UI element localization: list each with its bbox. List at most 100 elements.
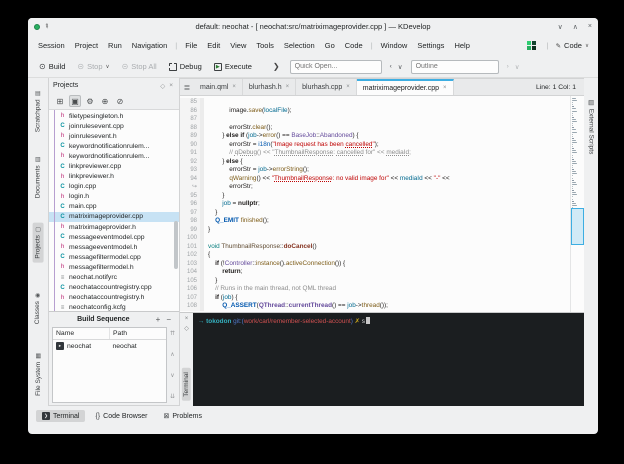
build-sequence-row[interactable]: ▸neochatneochat	[53, 340, 166, 352]
menu-item-window[interactable]: Window	[376, 39, 413, 52]
sidebar-tab-external-scripts[interactable]: ▤External Scripts	[587, 100, 595, 155]
move-up-icon[interactable]: ∧	[170, 351, 174, 358]
build-button[interactable]: ⊙Build	[34, 60, 70, 73]
toolview-button-problems[interactable]: ⊠Problems	[158, 410, 208, 422]
menu-item-tools[interactable]: Tools	[251, 39, 279, 52]
tree-item[interactable]: Cmessagefiltermodel.cpp	[49, 252, 179, 262]
tree-item[interactable]: Cjoinrulesevent.cpp	[49, 121, 179, 131]
tree-item[interactable]: ≡neochat.notifyrc	[49, 273, 179, 283]
file-type-icon: C	[59, 254, 66, 260]
close-tab-icon[interactable]: ×	[443, 85, 447, 91]
file-name: messageeventmodel.cpp	[69, 234, 145, 241]
tree-scrollbar[interactable]	[174, 221, 178, 269]
menu-item-project[interactable]: Project	[70, 39, 103, 52]
add-build-item-button[interactable]: +	[153, 315, 164, 324]
float-terminal-icon[interactable]: ◇	[184, 325, 189, 332]
sidebar-tab-file-system[interactable]: File System▦	[33, 349, 44, 400]
toolview-button-code-browser[interactable]: {}Code Browser	[89, 411, 153, 422]
menu-item-go[interactable]: Go	[320, 39, 340, 52]
tree-item[interactable]: Clogin.cpp	[49, 182, 179, 192]
menu-item-settings[interactable]: Settings	[412, 39, 449, 52]
move-down-icon[interactable]: ∨	[170, 372, 174, 379]
close-tab-icon[interactable]: ×	[286, 84, 290, 90]
menu-item-run[interactable]: Run	[103, 39, 127, 52]
stop-button[interactable]: ⊝Stop∨	[72, 60, 114, 73]
toolview-label: Terminal	[53, 413, 79, 420]
outline-next-icon[interactable]: ›	[505, 63, 511, 70]
close-panel-icon[interactable]: ×	[167, 82, 175, 89]
tree-item[interactable]: hmessagefiltermodel.h	[49, 262, 179, 272]
sidebar-tab-documents[interactable]: Documents▥	[33, 153, 44, 203]
tree-item[interactable]: hfiletypesingleton.h	[49, 111, 179, 121]
sidebar-tab-scratchpad[interactable]: Scratchpad▤	[33, 87, 44, 137]
pin-icon[interactable]: ✎	[42, 22, 50, 31]
tree-item[interactable]: ≡neochatconfig.kcfg	[49, 303, 179, 311]
outline-dropdown-icon[interactable]: ∨	[513, 63, 522, 71]
build-sequence-table[interactable]: Name Path ▸neochatneochat	[52, 327, 167, 403]
close-tab-icon[interactable]: ×	[232, 84, 236, 90]
menu-item-view[interactable]: View	[225, 39, 251, 52]
area-selector[interactable]: ✎ Code ∨	[552, 39, 593, 52]
toolview-button-terminal[interactable]: ❯Terminal	[36, 410, 85, 422]
editor-tab-matriximageprovider.cpp[interactable]: matriximageprovider.cpp×	[357, 79, 454, 95]
build-project-icon[interactable]: ⊕	[99, 95, 111, 107]
toolbar-overflow-icon[interactable]: ❯	[259, 62, 288, 71]
editor-tab-blurhash.h[interactable]: blurhash.h×	[243, 79, 296, 95]
code-editor[interactable]: 8586 image.save(localFile);8788 errorStr…	[180, 96, 570, 312]
tree-item[interactable]: Cmain.cpp	[49, 202, 179, 212]
menu-item-selection[interactable]: Selection	[279, 39, 320, 52]
file-type-icon: C	[59, 214, 66, 220]
menu-item-help[interactable]: Help	[449, 39, 474, 52]
menu-item-file[interactable]: File	[180, 39, 202, 52]
file-type-icon: C	[59, 285, 66, 291]
tree-item[interactable]: Clinkpreviewer.cpp	[49, 161, 179, 171]
nav-back-icon[interactable]: ‹	[388, 63, 394, 70]
new-project-icon[interactable]: ⊞	[54, 95, 66, 107]
tree-item[interactable]: hjoinrulesevent.h	[49, 131, 179, 141]
move-top-icon[interactable]: ⇈	[170, 330, 175, 337]
float-panel-icon[interactable]: ◇	[158, 82, 167, 90]
editor-tab-blurhash.cpp[interactable]: blurhash.cpp×	[296, 79, 357, 95]
execute-button[interactable]: ▶Execute	[209, 60, 257, 73]
tree-item[interactable]: hneochataccountregistry.h	[49, 293, 179, 303]
menu-item-edit[interactable]: Edit	[202, 39, 225, 52]
tree-item[interactable]: hkeywordnotificationrulem...	[49, 151, 179, 161]
close-tab-icon[interactable]: ×	[346, 84, 350, 90]
terminal-output[interactable]: → tokodon git:(work/carl/remember-select…	[193, 313, 584, 406]
remove-build-item-button[interactable]: −	[163, 315, 174, 324]
project-file-tree[interactable]: hfiletypesingleton.hCjoinrulesevent.cpph…	[49, 109, 179, 311]
quick-open-input[interactable]	[290, 60, 382, 74]
close-terminal-icon[interactable]: ×	[185, 316, 189, 322]
sidebar-tab-projects[interactable]: Projects▢	[33, 223, 44, 263]
tree-item[interactable]: hmatriximageprovider.h	[49, 222, 179, 232]
tree-item[interactable]: Ckeywordnotificationrulem...	[49, 141, 179, 151]
move-bottom-icon[interactable]: ⇊	[170, 393, 175, 400]
terminal-tab-label[interactable]: Terminal	[182, 368, 191, 401]
minimize-button[interactable]: ∨	[558, 23, 563, 31]
minimap[interactable]	[570, 96, 584, 312]
maximize-button[interactable]: ∧	[573, 23, 578, 31]
nav-dropdown-icon[interactable]: ∨	[396, 63, 405, 71]
filter-icon[interactable]: ⊘	[114, 95, 126, 107]
tree-item[interactable]: Cmatriximageprovider.cpp	[49, 212, 179, 222]
close-button[interactable]: ×	[588, 23, 592, 31]
settings-icon[interactable]: ⚙	[84, 95, 96, 107]
editor-tab-main.qml[interactable]: main.qml×	[194, 79, 243, 95]
menu-item-session[interactable]: Session	[33, 39, 70, 52]
minimap-viewport[interactable]	[571, 208, 584, 245]
outline-input[interactable]	[411, 60, 499, 74]
document-list-icon[interactable]: ≣	[180, 79, 194, 95]
area-switcher-icon[interactable]	[527, 41, 536, 50]
locate-document-icon[interactable]: ▣	[69, 95, 81, 107]
sidebar-tab-classes[interactable]: Classes◉	[33, 289, 44, 328]
titlebar[interactable]: ✎ default: neochat - [ neochat:src/matri…	[28, 18, 598, 35]
tree-item[interactable]: Cmessageeventmodel.cpp	[49, 232, 179, 242]
tree-item[interactable]: hlinkpreviewer.h	[49, 172, 179, 182]
stop-all-button[interactable]: ⊝Stop All	[117, 60, 162, 73]
tree-item[interactable]: hmessageeventmodel.h	[49, 242, 179, 252]
tree-item[interactable]: hlogin.h	[49, 192, 179, 202]
tree-item[interactable]: Cneochataccountregistry.cpp	[49, 283, 179, 293]
menu-item-code[interactable]: Code	[340, 39, 368, 52]
debug-button[interactable]: Debug	[164, 60, 207, 73]
menu-item-navigation[interactable]: Navigation	[127, 39, 172, 52]
